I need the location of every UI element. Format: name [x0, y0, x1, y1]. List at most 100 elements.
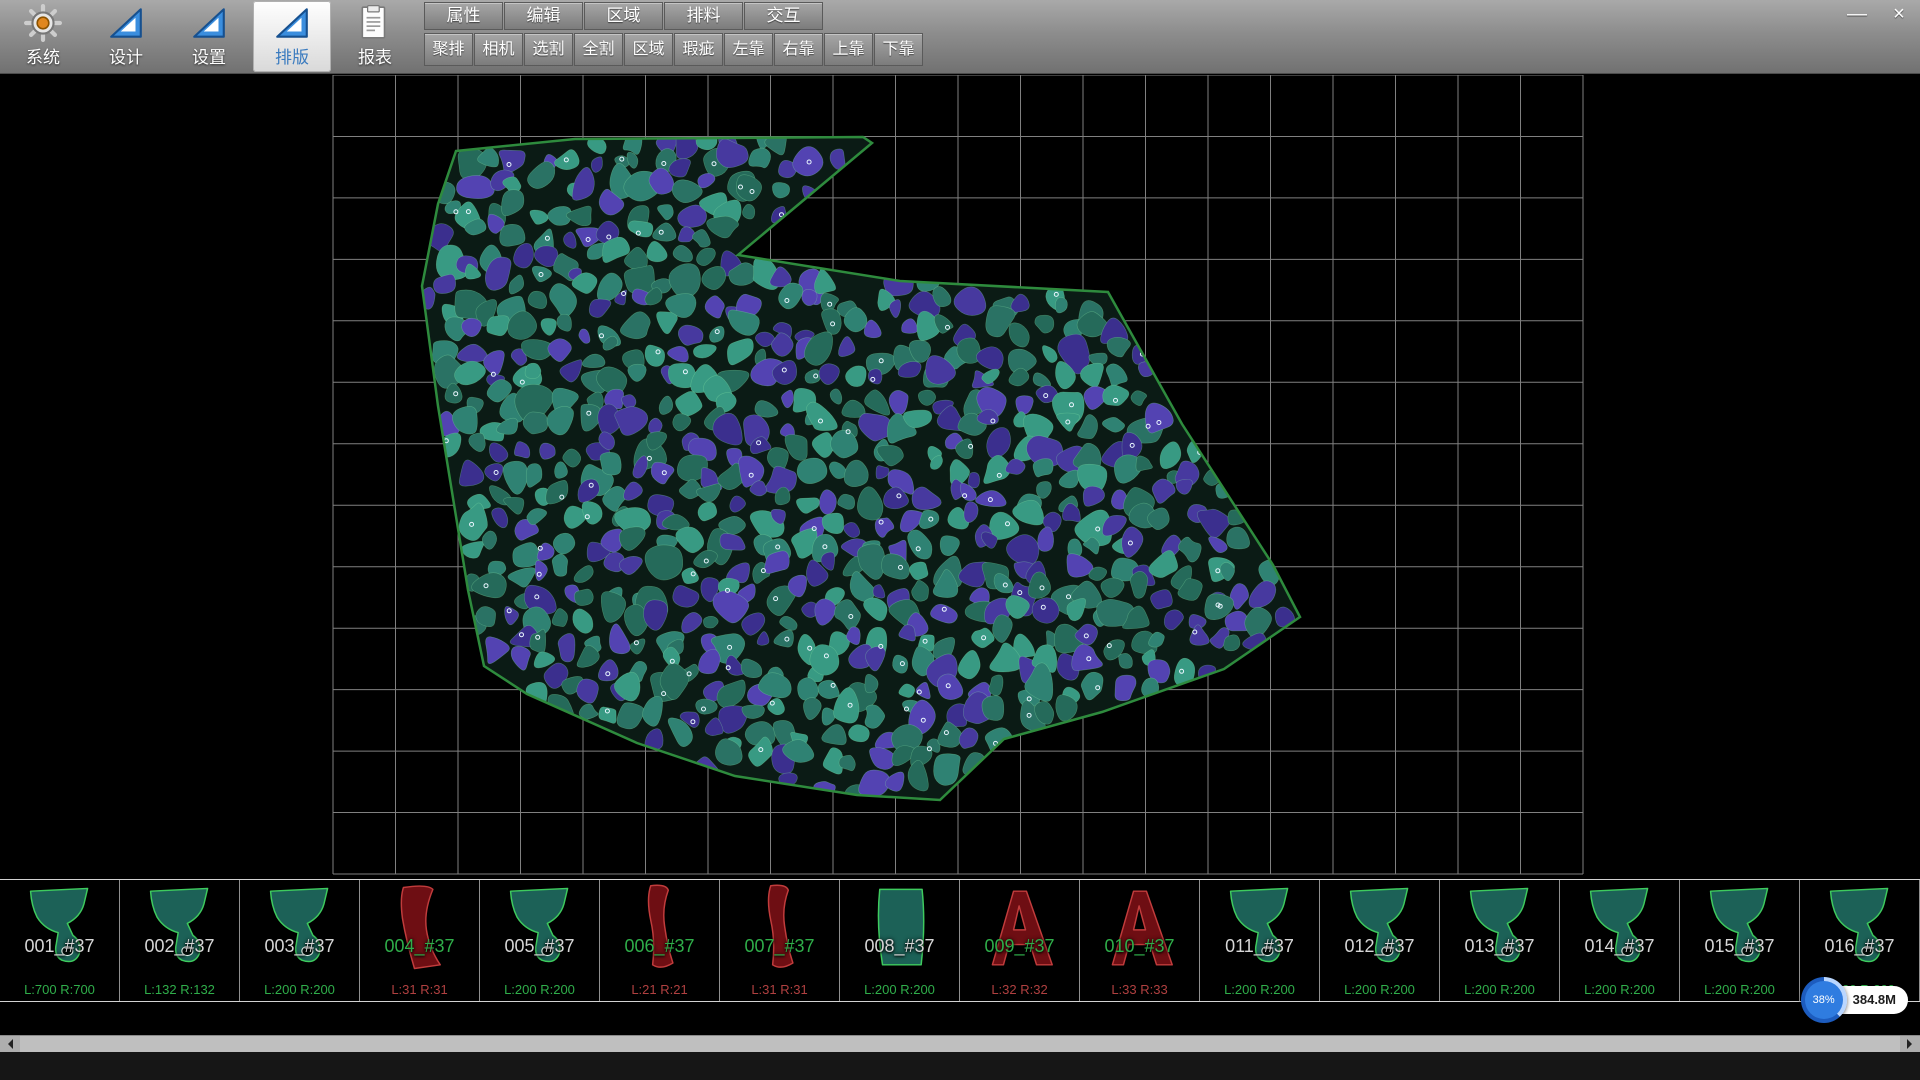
main-mode-buttons: 系统 设计 设置 排版 报表 [4, 1, 414, 72]
bottom-filler [0, 1052, 1920, 1080]
tab-region[interactable]: 区域 [584, 2, 663, 30]
tab-properties[interactable]: 属性 [424, 2, 503, 30]
pattern-lr-count: L:31 R:31 [360, 982, 479, 997]
tool-select-cut[interactable]: 选割 [524, 33, 573, 66]
pattern-thumbnail-009_#37[interactable]: 009_#37 L:32 R:32 [960, 880, 1080, 1001]
leather-nesting-app: 系统设计设置排版报表 属性编辑区域排料交互 聚排相机选割全割区域瑕疵左靠右靠上靠… [0, 0, 1920, 1080]
tab-interact[interactable]: 交互 [744, 2, 823, 30]
ribbon-design-button[interactable]: 设计 [87, 1, 165, 72]
pattern-name: 013_#37 [1440, 936, 1559, 957]
pattern-shape [1093, 882, 1187, 974]
pattern-thumbnail-005_#37[interactable]: 005_#37 L:200 R:200 [480, 880, 600, 1001]
pattern-thumbnail-015_#37[interactable]: 015_#37 L:200 R:200 [1680, 880, 1800, 1001]
pattern-shape [373, 882, 467, 974]
pattern-name: 002_#37 [120, 936, 239, 957]
pattern-name: 015_#37 [1680, 936, 1799, 957]
tool-align-bottom[interactable]: 下靠 [874, 33, 923, 66]
pattern-shape [1453, 882, 1547, 974]
pattern-name: 007_#37 [720, 936, 839, 957]
pattern-lr-count: L:32 R:32 [960, 982, 1079, 997]
ribbon-button-label: 排版 [275, 43, 309, 68]
ribbon-nesting-button[interactable]: 排版 [253, 1, 331, 72]
pattern-lr-count: L:200 R:200 [240, 982, 359, 997]
pattern-lr-count: L:33 R:33 [1080, 982, 1199, 997]
pattern-name: 006_#37 [600, 936, 719, 957]
left-arrow-icon [3, 1039, 13, 1049]
pattern-thumbnail-011_#37[interactable]: 011_#37L:200 R:200 [1200, 880, 1320, 1001]
progress-percent: 38% [1805, 981, 1843, 1019]
pattern-thumbnail-013_#37[interactable]: 013_#37L:200 R:200 [1440, 880, 1560, 1001]
pattern-lr-count: L:200 R:200 [1560, 982, 1679, 997]
ribbon-button-label: 设置 [192, 43, 226, 68]
ribbon-button-label: 报表 [358, 43, 392, 68]
window-controls: — × [1842, 2, 1914, 28]
close-button[interactable]: × [1884, 2, 1914, 28]
pattern-lr-count: L:21 R:21 [600, 982, 719, 997]
ribbon-settings-button[interactable]: 设置 [170, 1, 248, 72]
pattern-name: 016_#37 [1800, 936, 1919, 957]
pattern-lr-count: L:200 R:200 [1320, 982, 1439, 997]
pattern-shape [1213, 882, 1307, 974]
pattern-thumbnail-007_#37[interactable]: 007_#37 L:31 R:31 [720, 880, 840, 1001]
system-gear-icon [24, 4, 62, 42]
ribbon-button-label: 设计 [109, 43, 143, 68]
tool-align-right[interactable]: 右靠 [774, 33, 823, 66]
settings-ruler-icon [190, 4, 228, 42]
pattern-thumbnail-014_#37[interactable]: 014_#37 L:200 R:200 [1560, 880, 1680, 1001]
pattern-shape [973, 882, 1067, 974]
pattern-thumbnail-001_#37[interactable]: 001_#37L:700 R:700 [0, 880, 120, 1001]
minimize-button[interactable]: — [1842, 2, 1872, 28]
tab-nest[interactable]: 排料 [664, 2, 743, 30]
pattern-name: 012_#37 [1320, 936, 1439, 957]
pattern-thumbnail-010_#37[interactable]: 010_#37 L:33 R:33 [1080, 880, 1200, 1001]
ribbon-button-label: 系统 [26, 43, 60, 68]
pattern-name: 008_#37 [840, 936, 959, 957]
pattern-shape [853, 882, 947, 974]
pattern-name: 003_#37 [240, 936, 359, 957]
tool-camera[interactable]: 相机 [474, 33, 523, 66]
pattern-shape [1573, 882, 1667, 974]
pattern-shape [613, 882, 707, 974]
pattern-shape [133, 882, 227, 974]
ribbon-system-button[interactable]: 系统 [4, 1, 82, 72]
pattern-thumbnail-004_#37[interactable]: 004_#37 L:31 R:31 [360, 880, 480, 1001]
tool-align-left[interactable]: 左靠 [724, 33, 773, 66]
tab-edit[interactable]: 编辑 [504, 2, 583, 30]
status-widget: 38% 384.8M [1801, 977, 1908, 1023]
pattern-lr-count: L:31 R:31 [720, 982, 839, 997]
canvas-svg [0, 75, 1920, 879]
pattern-shape [1813, 882, 1907, 974]
design-ruler-icon [107, 4, 145, 42]
pattern-name: 010_#37 [1080, 936, 1199, 957]
pattern-thumbnail-002_#37[interactable]: 002_#37L:132 R:132 [120, 880, 240, 1001]
pattern-thumbnail-003_#37[interactable]: 003_#37 L:200 R:200 [240, 880, 360, 1001]
ribbon-report-button[interactable]: 报表 [336, 1, 414, 72]
tool-align-top[interactable]: 上靠 [824, 33, 873, 66]
pattern-name: 014_#37 [1560, 936, 1679, 957]
tool-buttons: 聚排相机选割全割区域瑕疵左靠右靠上靠下靠 [424, 33, 923, 66]
tool-defect[interactable]: 瑕疵 [674, 33, 723, 66]
pattern-thumbnail-006_#37[interactable]: 006_#37 L:21 R:21 [600, 880, 720, 1001]
pattern-thumbnail-012_#37[interactable]: 012_#37 L:200 R:200 [1320, 880, 1440, 1001]
pattern-lr-count: L:200 R:200 [480, 982, 599, 997]
toolbar: 系统设计设置排版报表 属性编辑区域排料交互 聚排相机选割全割区域瑕疵左靠右靠上靠… [0, 0, 1920, 74]
pattern-shape [13, 882, 107, 974]
tool-zone[interactable]: 区域 [624, 33, 673, 66]
pattern-lr-count: L:700 R:700 [0, 982, 119, 997]
pattern-lr-count: L:200 R:200 [1200, 982, 1319, 997]
pattern-shape [1333, 882, 1427, 974]
pattern-shape [493, 882, 587, 974]
pattern-name: 004_#37 [360, 936, 479, 957]
horizontal-scrollbar[interactable] [0, 1035, 1920, 1052]
pattern-thumbnail-008_#37[interactable]: 008_#37L:200 R:200 [840, 880, 960, 1001]
pattern-name: 005_#37 [480, 936, 599, 957]
nesting-canvas[interactable] [0, 75, 1920, 879]
tool-cut-all[interactable]: 全割 [574, 33, 623, 66]
scroll-left-button[interactable] [0, 1036, 20, 1052]
pattern-strip: 001_#37L:700 R:700002_#37L:132 R:132003_… [0, 879, 1920, 1002]
pattern-lr-count: L:200 R:200 [1680, 982, 1799, 997]
scroll-right-button[interactable] [1900, 1036, 1920, 1052]
progress-ring-icon: 38% [1801, 977, 1847, 1023]
pattern-name: 009_#37 [960, 936, 1079, 957]
tool-cluster-nest[interactable]: 聚排 [424, 33, 473, 66]
